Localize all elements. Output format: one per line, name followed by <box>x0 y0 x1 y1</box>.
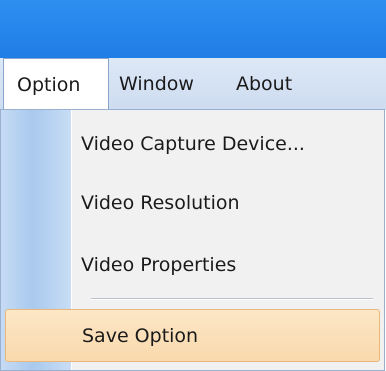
menu-item-video-properties[interactable]: Video Properties <box>81 254 236 276</box>
menu-item-save-option[interactable]: Save Option <box>5 309 380 362</box>
menu-about[interactable]: About <box>236 58 316 110</box>
menu-item-video-resolution[interactable]: Video Resolution <box>81 192 240 214</box>
menu-window[interactable]: Window <box>116 58 226 110</box>
menu-item-video-capture-device[interactable]: Video Capture Device... <box>81 133 305 155</box>
menu-bar: Option Window About <box>0 58 386 110</box>
menu-option[interactable]: Option <box>3 58 109 110</box>
menu-separator-highlight <box>91 299 373 300</box>
option-dropdown-menu: Video Capture Device... Video Resolution… <box>0 109 385 371</box>
title-bar <box>0 0 386 58</box>
